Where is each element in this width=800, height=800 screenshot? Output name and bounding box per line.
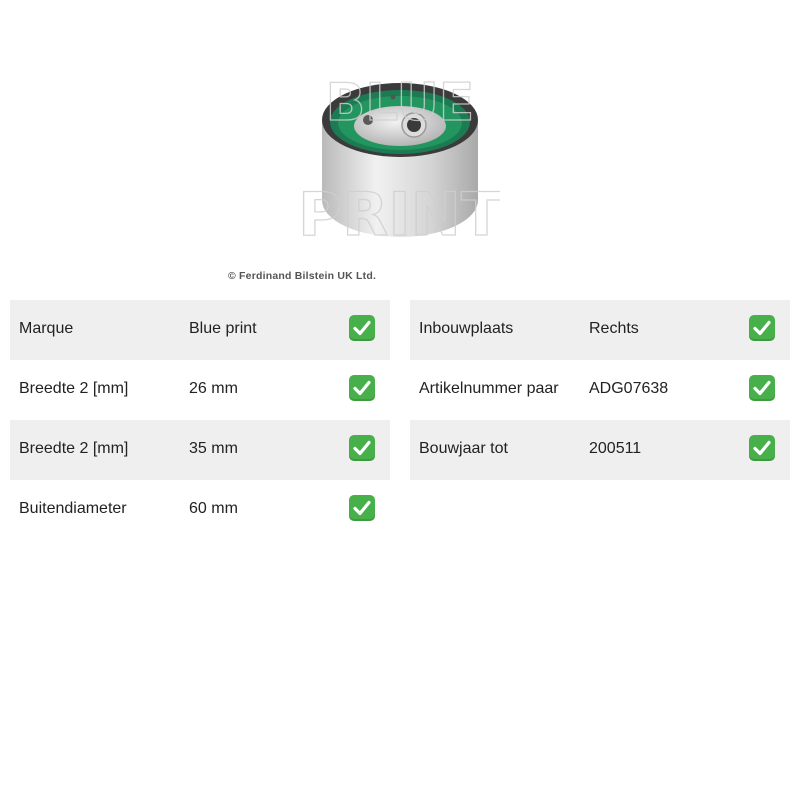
spec-value: 200511 (589, 440, 642, 457)
spec-label: Breedte 2 [mm] (19, 380, 129, 397)
specs-table-left: Marque Blue print Breedte 2 [mm] 26 mm B… (10, 300, 390, 540)
check-mark-icon (749, 375, 775, 401)
check-mark-icon (349, 495, 375, 521)
product-image: BLUE PRINT (298, 50, 503, 250)
spec-label: Breedte 2 [mm] (19, 440, 129, 457)
spec-row: Buitendiameter 60 mm (10, 480, 390, 540)
spec-row: Bouwjaar tot 200511 (410, 420, 790, 480)
spec-value: Blue print (189, 320, 257, 337)
spec-value: Rechts (589, 320, 639, 337)
spec-label: Inbouwplaats (419, 320, 514, 337)
spec-row: Breedte 2 [mm] 35 mm (10, 420, 390, 480)
check-mark-icon (749, 435, 775, 461)
check-mark-icon (349, 435, 375, 461)
watermark-line-1: BLUE (326, 73, 475, 133)
spec-row: Breedte 2 [mm] 26 mm (10, 360, 390, 420)
spec-label: Marque (19, 320, 74, 337)
check-mark-icon (749, 315, 775, 341)
specs-table-right: Inbouwplaats Rechts Artikelnummer paar A… (410, 300, 790, 480)
spec-label: Artikelnummer paar (419, 380, 559, 397)
check-mark-icon (349, 375, 375, 401)
spec-value: ADG07638 (589, 380, 669, 397)
watermark-line-2: PRINT (300, 180, 500, 250)
spec-label: Buitendiameter (19, 500, 127, 517)
spec-value: 60 mm (189, 500, 238, 517)
spec-value: 35 mm (189, 440, 238, 457)
spec-label: Bouwjaar tot (419, 440, 508, 457)
spec-value: 26 mm (189, 380, 238, 397)
spec-row: Marque Blue print (10, 300, 390, 360)
check-mark-icon (349, 315, 375, 341)
spec-row: Artikelnummer paar ADG07638 (410, 360, 790, 420)
spec-row: Inbouwplaats Rechts (410, 300, 790, 360)
tensioner-pulley-illustration: BLUE PRINT (298, 72, 503, 250)
image-copyright: © Ferdinand Bilstein UK Ltd. (228, 270, 377, 282)
